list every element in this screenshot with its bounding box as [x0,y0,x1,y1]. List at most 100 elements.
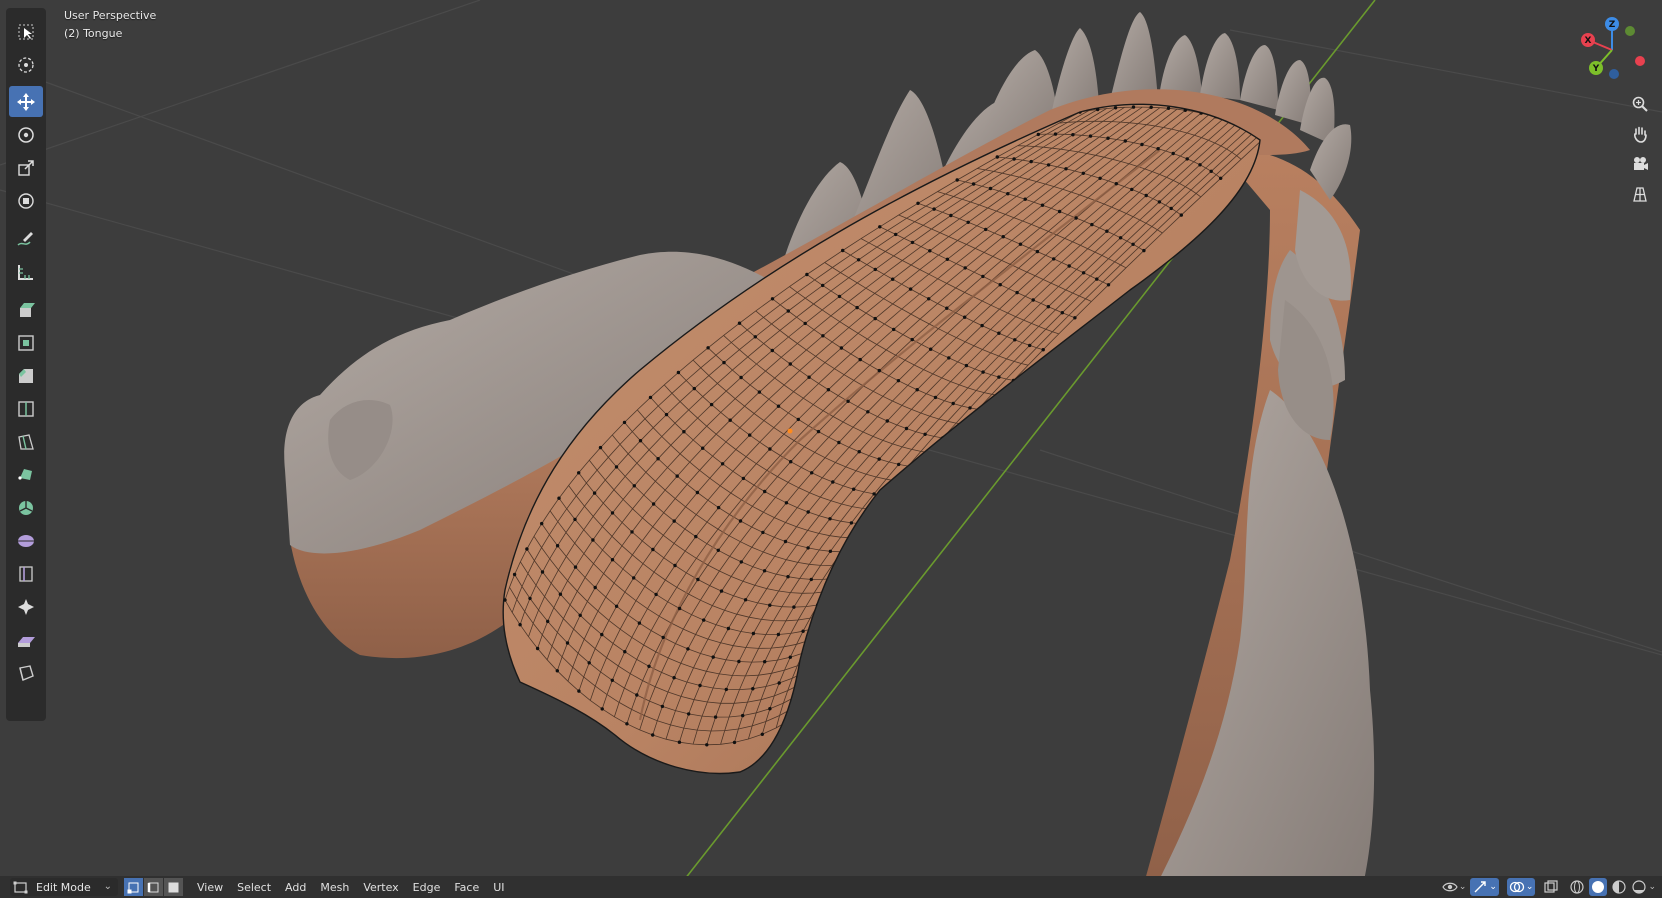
navigation-gizmo[interactable]: Z X Y [1560,14,1646,88]
mesh-vertex [916,201,920,205]
tool-shear[interactable] [9,624,43,655]
mesh-vertex [687,712,691,716]
menu-add[interactable]: Add [278,881,313,894]
mesh-vertex [850,549,854,554]
bevel-icon [19,368,33,383]
mesh-vertex [1149,105,1153,110]
edge-select-button[interactable] [144,878,163,896]
mesh-vertex [857,450,861,454]
mesh-vertex [928,249,932,253]
tool-spin[interactable] [9,492,43,523]
header-menus: View Select Add Mesh Vertex Edge Face UI [190,876,512,898]
mesh-vertex [1130,187,1134,192]
mesh-vertex [1028,343,1032,348]
menu-mesh[interactable]: Mesh [313,881,356,894]
mesh-vertex [573,565,578,569]
grid-icon [1633,187,1647,202]
mesh-vertex [1006,192,1010,196]
mesh-vertex [891,277,895,281]
mesh-vertex [719,589,724,593]
overlays-button[interactable]: ⌄ [1506,878,1536,896]
mesh-vertex [701,446,705,450]
knife-icon [18,433,34,450]
mesh-vertex [1013,338,1017,342]
tool-knife[interactable] [9,426,43,457]
tool-poly-build[interactable] [9,459,43,490]
mesh-vertex [1041,348,1045,352]
mesh-vertex [963,266,967,270]
tool-move[interactable] [9,86,43,117]
viewport-header: Edit Mode ⌄ View Select Add Mesh Vertex Edge F… [0,876,1662,898]
rip-region-icon [19,664,34,681]
mesh-vertex [877,368,881,373]
grid-button[interactable] [1628,182,1652,206]
tool-cursor[interactable] [9,49,43,80]
mesh-vertex [751,631,756,636]
mesh-vertex [630,530,634,534]
pan-hand-button[interactable] [1628,122,1652,146]
menu-vertex[interactable]: Vertex [356,881,405,894]
menu-face[interactable]: Face [447,881,486,894]
mesh-vertex [625,722,629,726]
mesh-vertex [677,740,682,744]
spin-icon [19,500,33,515]
gizmo-toggle-button[interactable]: ⌄ [1470,878,1499,896]
face-select-icon [168,882,179,892]
mesh-vertex [702,618,706,622]
tool-bevel[interactable] [9,360,43,391]
mesh-vertex [1156,147,1160,151]
tool-extrude-region[interactable] [9,294,43,325]
mesh-vertex [896,379,901,383]
mesh-vertex [738,519,743,523]
mesh-vertex [980,323,984,328]
mesh-vertex [1040,203,1045,207]
tool-rip-region[interactable] [9,657,43,688]
zoom-icon [1632,96,1648,112]
shading-wireframe-button[interactable] [1569,878,1585,896]
cursor-icon [18,56,34,73]
tool-inset-faces[interactable] [9,327,43,358]
mesh-vertex [964,363,969,368]
tool-select-box[interactable] [9,16,43,47]
tool-transform[interactable] [9,185,43,216]
tool-smooth[interactable] [9,525,43,556]
tool-edge-slide[interactable] [9,558,43,589]
tool-rotate[interactable] [9,119,43,150]
mesh-vertex [1106,136,1110,140]
menu-edge[interactable]: Edge [406,881,448,894]
mesh-vertex [540,570,545,574]
mode-dropdown[interactable]: Edit Mode ⌄ [10,878,118,896]
zoom-button[interactable] [1628,92,1652,116]
vertex-select-button[interactable] [124,878,143,896]
mesh-vertex [768,707,772,711]
xray-button[interactable] [1543,878,1559,896]
tool-loop-cut[interactable] [9,393,43,424]
menu-ui[interactable]: UI [486,881,511,894]
mesh-vertex [647,664,651,668]
mesh-vertex [741,713,745,718]
shading-material-button[interactable] [1611,878,1627,896]
mesh-vertex [837,440,841,445]
mesh-vertex [1179,213,1184,217]
mode-label: Edit Mode [36,880,91,894]
shading-solid-button[interactable] [1589,878,1608,896]
visibility-button[interactable]: ⌄ [1442,878,1466,896]
camera-button[interactable] [1628,152,1652,176]
tool-scale[interactable] [9,152,43,183]
tool-shrink-fatten[interactable] [9,591,43,622]
mesh-vertex [963,315,967,319]
mesh-vertex [786,575,790,579]
face-select-button[interactable] [164,878,183,896]
menu-select[interactable]: Select [230,881,278,894]
shading-rendered-button[interactable]: ⌄ [1631,878,1656,896]
mesh-vertex [983,408,988,413]
mesh-vertex [981,370,985,374]
mesh-vertex [858,357,862,362]
mesh-vertex [803,321,807,326]
tool-annotate[interactable] [9,223,43,254]
menu-view[interactable]: View [190,881,230,894]
3d-viewport[interactable]: User Perspective (2) Tongue Z X Y [0,0,1662,898]
chevron-down-icon: ⌄ [1489,882,1497,892]
mesh-vertex [1171,151,1175,156]
tool-measure[interactable] [9,256,43,287]
